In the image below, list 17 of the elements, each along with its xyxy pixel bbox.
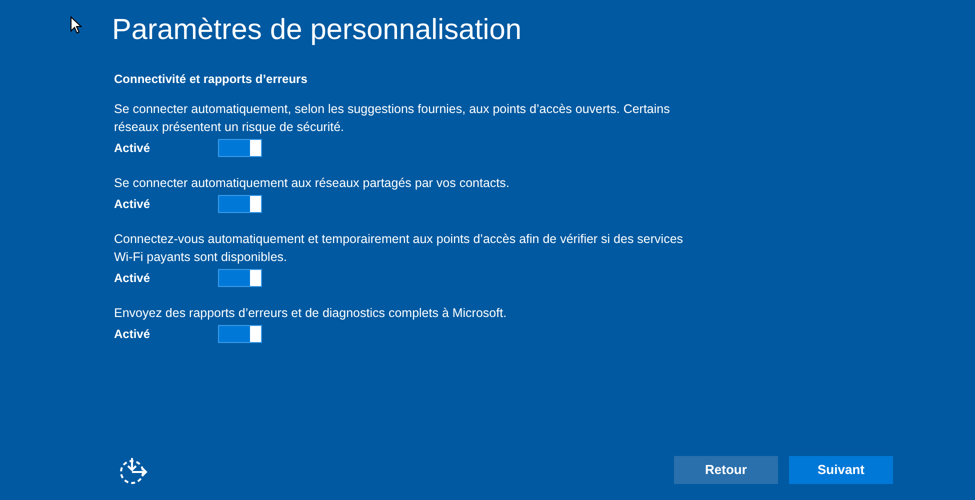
setting-description: Connectez-vous automatiquement et temporairement aux points d’accès afin de vérifier si des services Wi-Fi payants sont disponibles. (114, 231, 684, 266)
toggle-switch[interactable] (218, 195, 262, 213)
cursor-icon (70, 16, 82, 34)
toggle-state-label: Activé (114, 140, 152, 157)
setting-description: Envoyez des rapports d’erreurs et de diagnostics complets à Microsoft. (114, 305, 508, 322)
toggle-state-label: Activé (114, 326, 152, 343)
setting-description: Se connecter automatiquement aux réseaux partagés par vos contacts. (114, 175, 510, 192)
setting-description: Se connecter automatiquement, selon les suggestions fournies, aux points d’accès ouverts. Certains réseaux présentent un risque de sécurité. (114, 101, 671, 136)
toggle-state-label: Activé (114, 196, 152, 213)
toggle-state-label: Activé (114, 270, 152, 287)
section-heading: Connectivité et rapports d’erreurs (114, 71, 308, 88)
next-button[interactable]: Suivant (789, 456, 893, 484)
back-button[interactable]: Retour (674, 456, 778, 484)
toggle-switch[interactable] (218, 269, 262, 287)
toggle-switch[interactable] (218, 139, 262, 157)
toggle-switch[interactable] (218, 325, 262, 343)
page-title: Paramètres de personnalisation (112, 13, 522, 48)
